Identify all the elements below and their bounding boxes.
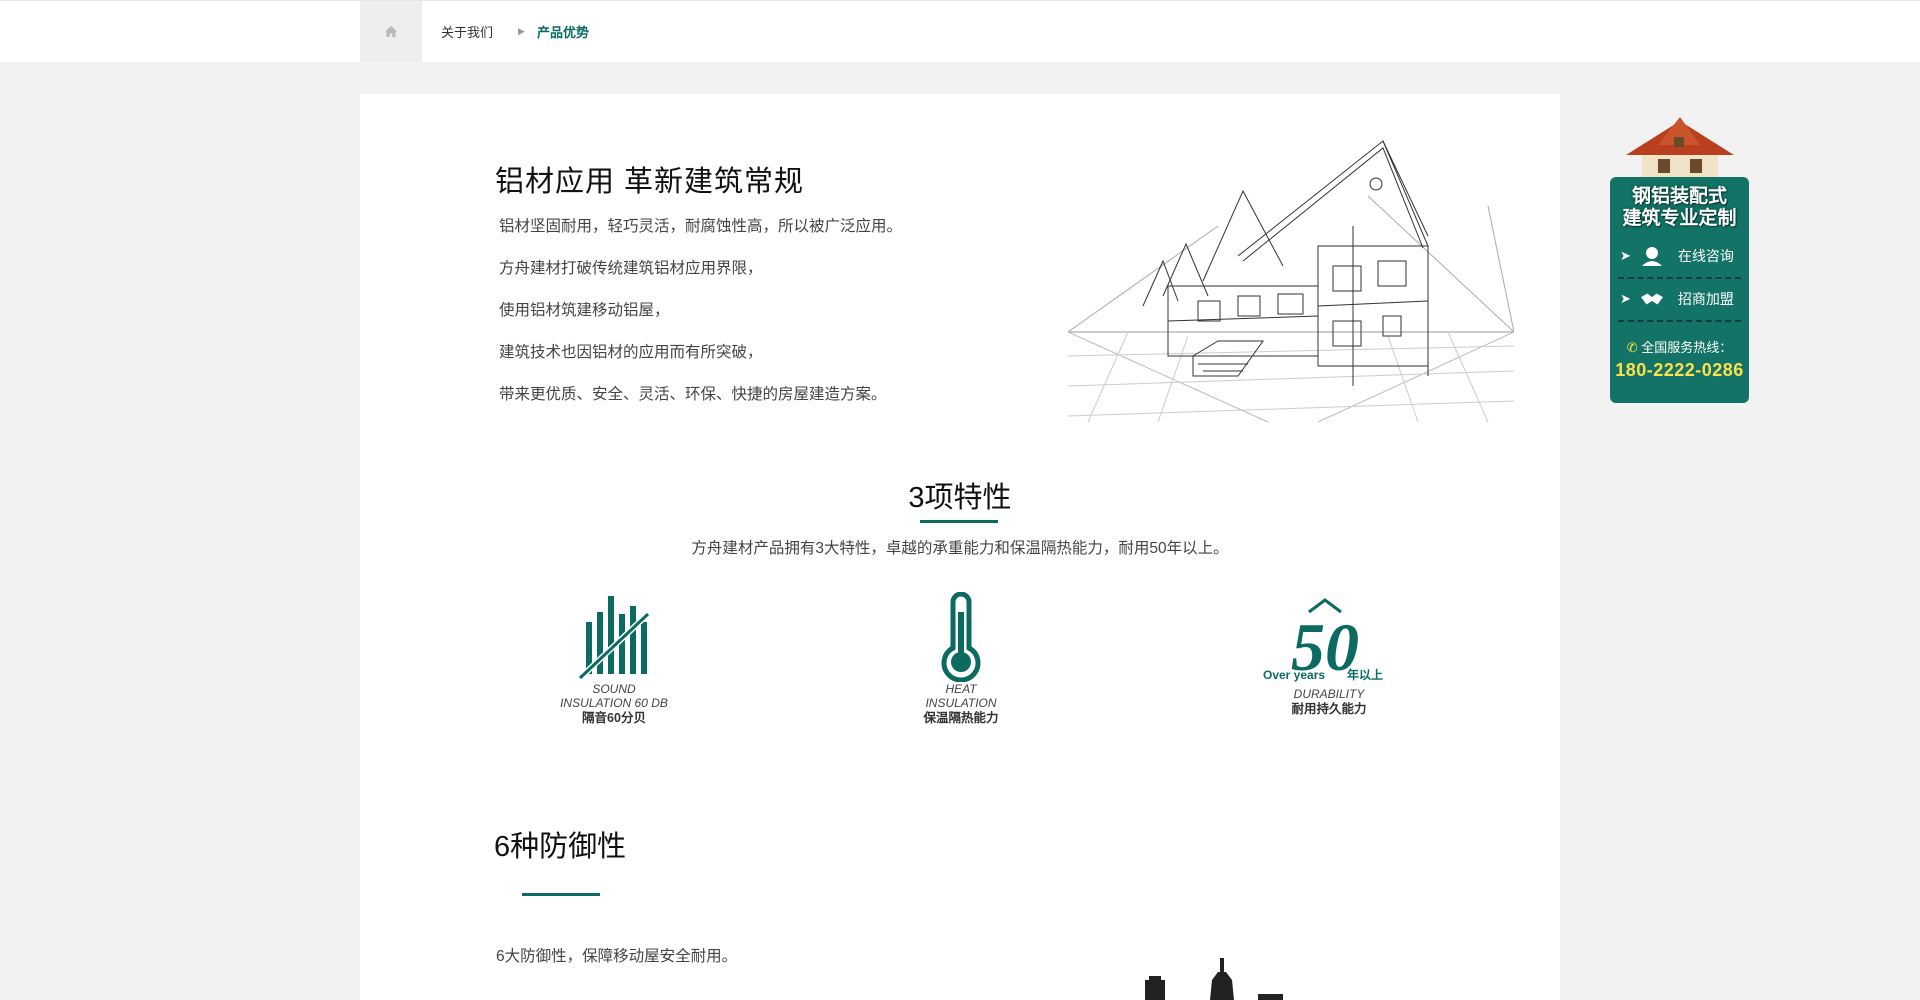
intro-line: 带来更优质、安全、灵活、环保、快捷的房屋建造方案。 bbox=[499, 386, 887, 403]
divider bbox=[1618, 320, 1741, 322]
sound-insulation-icon bbox=[577, 596, 651, 681]
feature-en-label: SOUND INSULATION 60 DB bbox=[560, 682, 668, 710]
home-icon bbox=[385, 26, 397, 37]
feature-durability: 50 Over years 年以上 DURABILITY 耐用持久能力 bbox=[1229, 592, 1429, 717]
online-consult-button[interactable]: ➤ 在线咨询 bbox=[1610, 236, 1749, 276]
feature-en-label: HEAT INSULATION bbox=[925, 682, 997, 710]
breadcrumb-about-us[interactable]: 关于我们 bbox=[441, 1, 493, 62]
franchise-button[interactable]: ➤ 招商加盟 bbox=[1610, 279, 1749, 319]
triangle-right-icon: ▶ bbox=[518, 26, 525, 36]
thermometer-icon bbox=[941, 592, 981, 682]
side-contact-widget: 钢铝装配式 建筑专业定制 ➤ 在线咨询 ➤ 招商加盟 ✆ 全国服务热线： 180… bbox=[1610, 115, 1749, 403]
arrow-right-icon: ➤ bbox=[1620, 291, 1631, 306]
years-above-text: 年以上 bbox=[1347, 667, 1383, 682]
intro-line: 使用铝材筑建移动铝屋， bbox=[499, 302, 670, 319]
feature-cn-label: 保温隔热能力 bbox=[923, 711, 999, 725]
franchise-label: 招商加盟 bbox=[1677, 291, 1734, 307]
hotline-label-text: 全国服务热线： bbox=[1641, 340, 1733, 355]
defense-description: 6大防御性，保障移动屋安全耐用。 bbox=[496, 948, 738, 965]
features-title-underline bbox=[920, 520, 998, 523]
house-roof-icon bbox=[1626, 117, 1734, 185]
handshake-icon bbox=[1640, 291, 1663, 307]
intro-line: 建筑技术也因铝材的应用而有所突破， bbox=[499, 344, 763, 361]
feature-cn-label: 隔音60分贝 bbox=[582, 711, 646, 725]
city-skyline-illustration bbox=[1145, 958, 1283, 1000]
over-years-text: Over years bbox=[1263, 668, 1325, 682]
intro-line: 铝材坚固耐用，轻巧灵活，耐腐蚀性高，所以被广泛应用。 bbox=[499, 218, 903, 235]
features-description: 方舟建材产品拥有3大特性，卓越的承重能力和保温隔热能力，耐用50年以上。 bbox=[691, 540, 1229, 557]
intro-title: 铝材应用 革新建筑常规 bbox=[495, 166, 805, 198]
breadcrumb-bar: 关于我们 ▶ 产品优势 bbox=[0, 0, 1920, 62]
feature-en-label: DURABILITY bbox=[1293, 687, 1365, 701]
intro-line: 方舟建材打破传统建筑铝材应用界限， bbox=[499, 260, 763, 277]
fifty-years-icon: 50 Over years 年以上 bbox=[1263, 598, 1383, 682]
feature-cn-label: 耐用持久能力 bbox=[1291, 702, 1367, 716]
hotline-number[interactable]: 180-2222-0286 bbox=[1610, 360, 1749, 381]
arrow-right-icon: ➤ bbox=[1620, 248, 1631, 263]
hotline-label: ✆ 全国服务热线： bbox=[1610, 337, 1749, 356]
defense-title-underline bbox=[522, 893, 600, 896]
online-consult-label: 在线咨询 bbox=[1677, 248, 1734, 264]
breadcrumb-product-advantages[interactable]: 产品优势 bbox=[537, 1, 589, 62]
feature-heat-insulation: HEAT INSULATION 保温隔热能力 bbox=[861, 592, 1061, 726]
home-link[interactable] bbox=[360, 1, 422, 62]
side-banner-line2: 建筑专业定制 bbox=[1622, 208, 1737, 229]
house-sketch-illustration bbox=[1068, 140, 1514, 422]
feature-sound-insulation: SOUND INSULATION 60 DB 隔音60分贝 bbox=[514, 592, 714, 726]
defense-title: 6种防御性 bbox=[494, 831, 627, 863]
phone-icon: ✆ bbox=[1626, 340, 1638, 355]
features-title: 3项特性 bbox=[908, 482, 1012, 514]
consultant-icon bbox=[1641, 246, 1663, 266]
